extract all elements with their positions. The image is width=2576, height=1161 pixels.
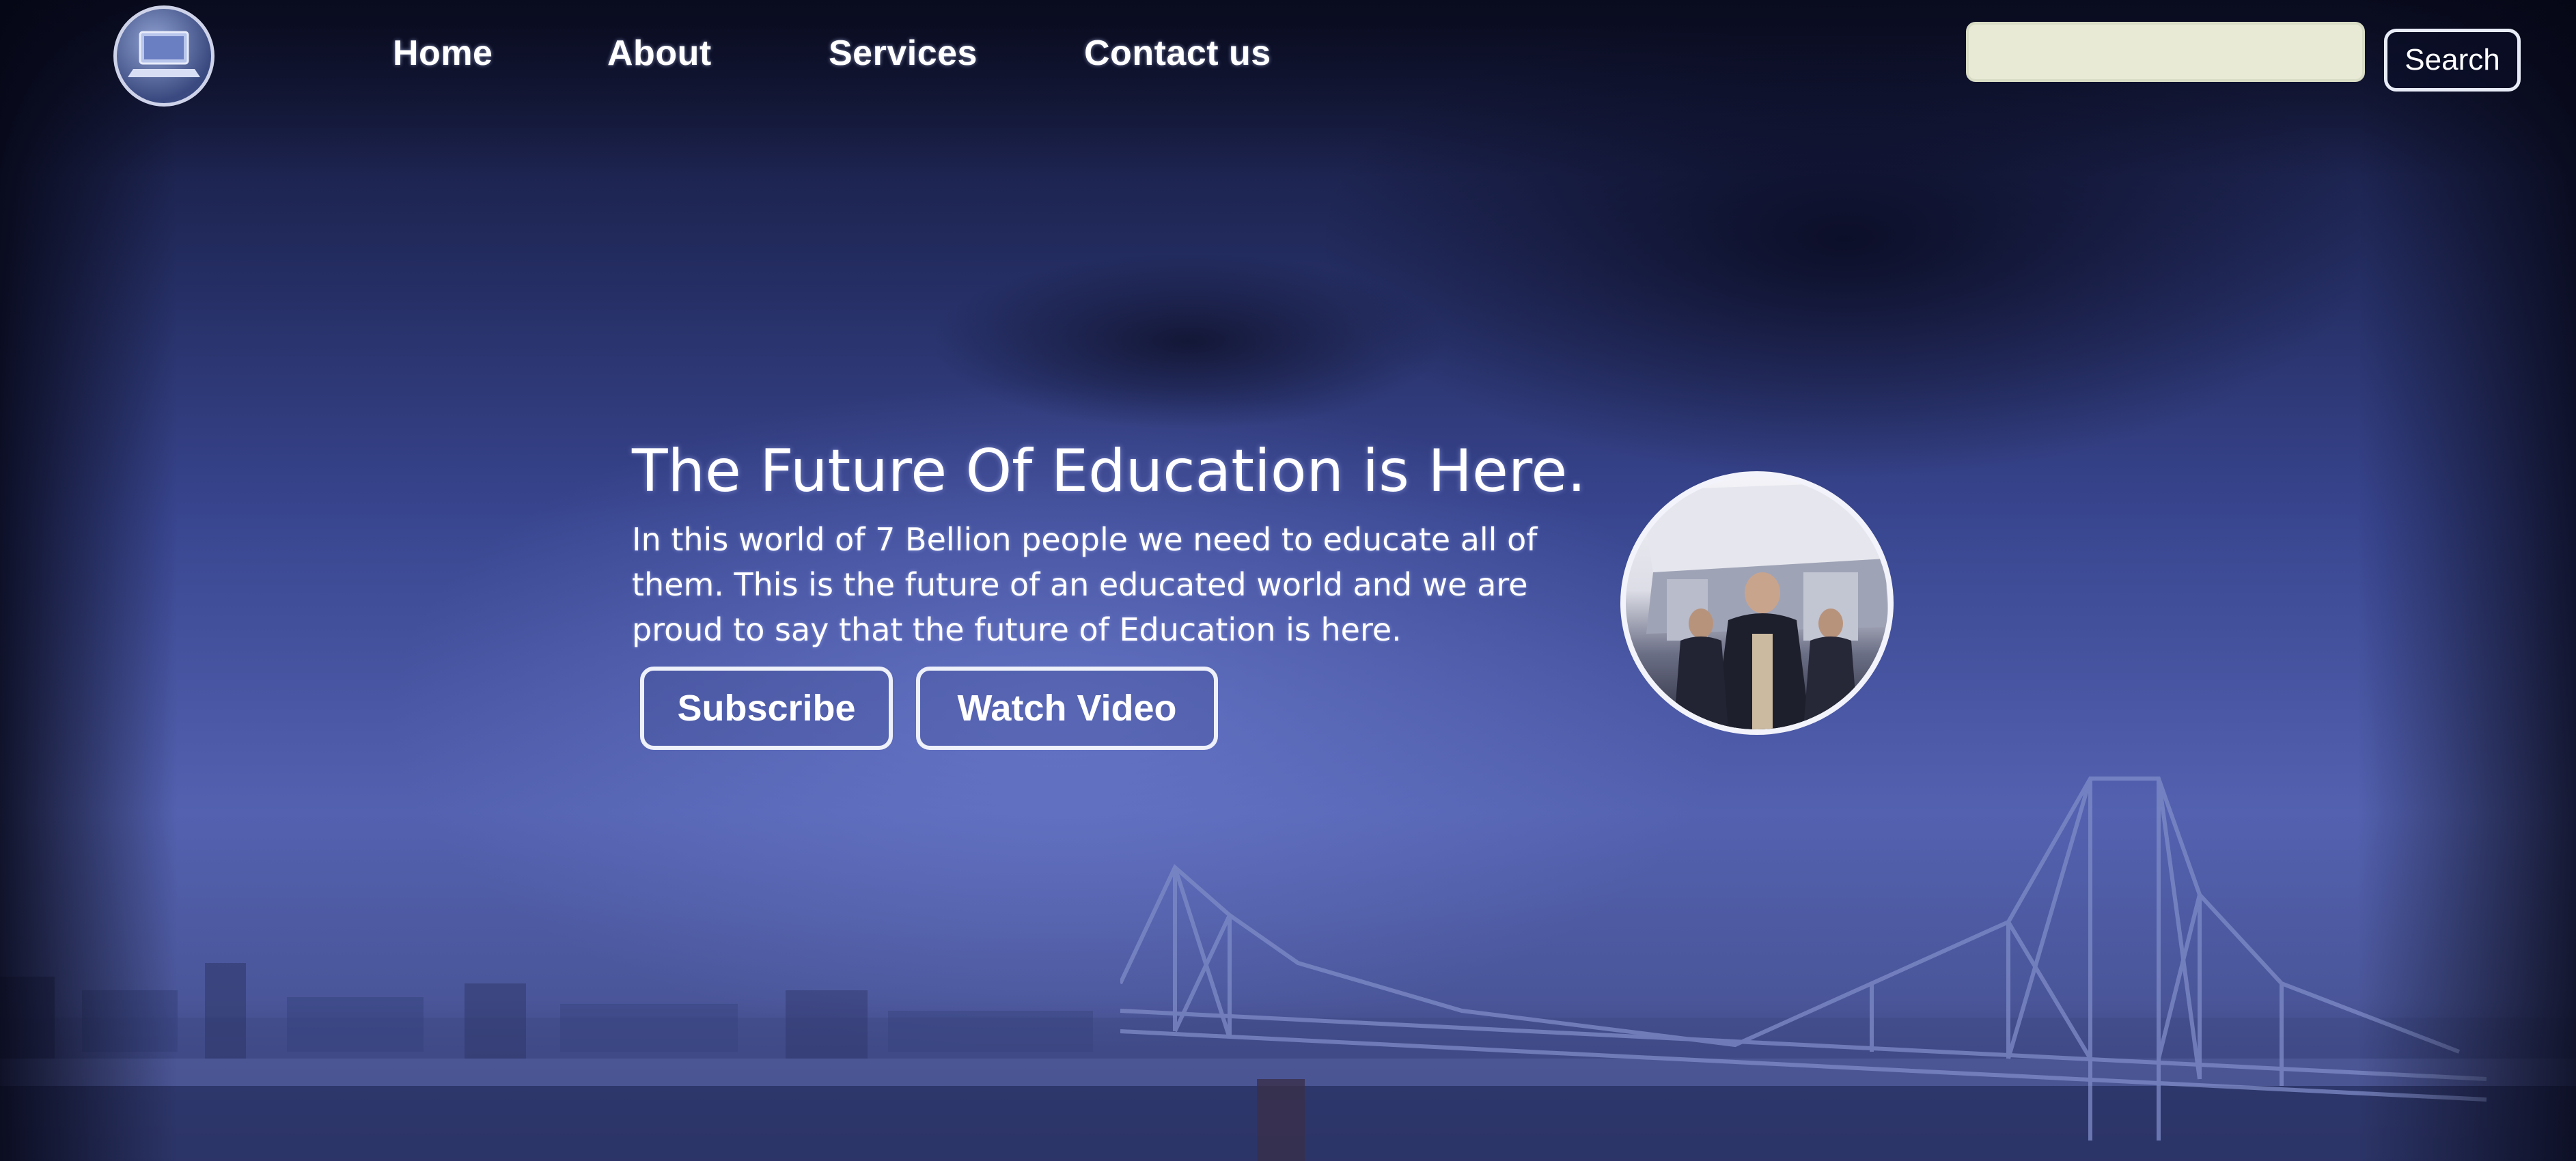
subscribe-button[interactable]: Subscribe	[640, 667, 893, 750]
bridge-background	[1120, 777, 2487, 1141]
graduates-photo	[1620, 471, 1894, 735]
nav-contact-link[interactable]: Contact us	[1084, 33, 1271, 74]
hero-description: In this world of 7 Bellion people we nee…	[632, 521, 1538, 648]
nav-services-link[interactable]: Services	[829, 33, 978, 74]
landing-page: Home About Services Contact us Search Th…	[0, 0, 2576, 1161]
nav-about-link[interactable]: About	[607, 33, 712, 74]
hero-title: The Future Of Education is Here.	[632, 437, 1586, 505]
site-logo[interactable]	[113, 5, 214, 107]
cloud-background	[929, 253, 1448, 430]
search-input[interactable]	[1966, 22, 2365, 82]
graduates-image	[1639, 484, 1888, 729]
nav-home-link[interactable]: Home	[393, 33, 493, 74]
laptop-icon	[128, 31, 200, 77]
watch-video-button[interactable]: Watch Video	[916, 667, 1218, 750]
search-button[interactable]: Search	[2384, 29, 2521, 92]
